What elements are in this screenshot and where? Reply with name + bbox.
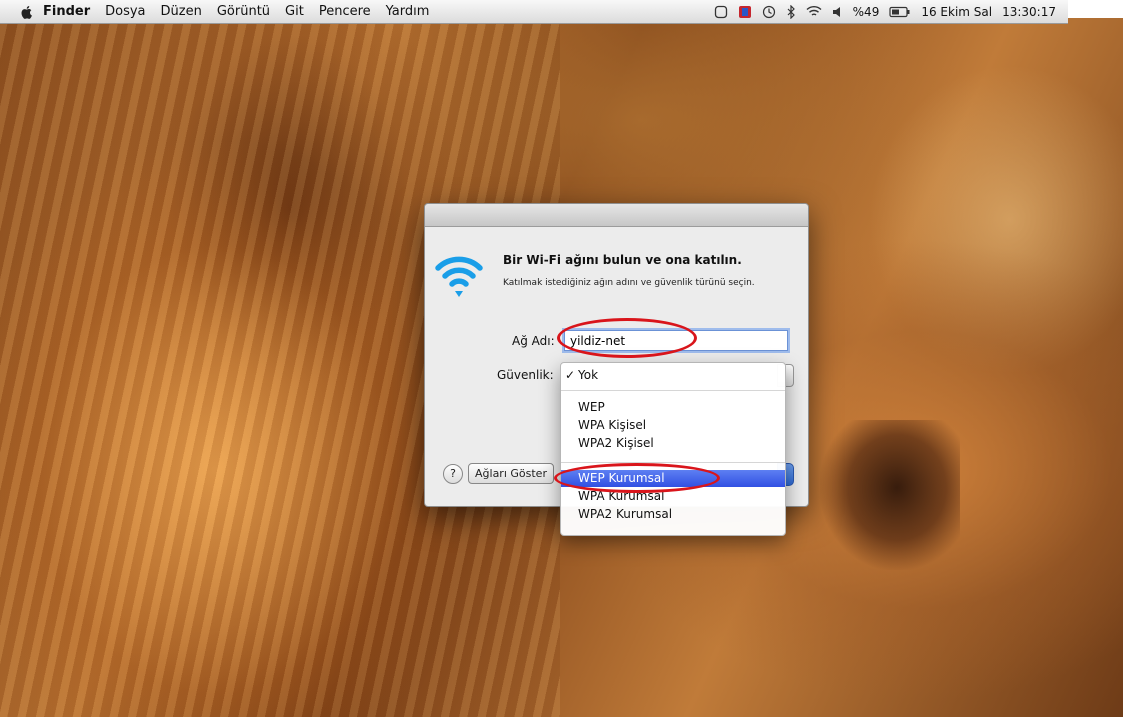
menubar-time[interactable]: 13:30:17 [1002,5,1056,19]
menu-pencere[interactable]: Pencere [319,4,371,19]
time-machine-icon[interactable] [714,5,728,19]
wifi-large-icon [435,256,483,297]
menu-option-wpa2-enterprise[interactable]: WPA2 Kurumsal [561,506,785,523]
option-label: WPA2 Kişisel [578,436,654,450]
clock-icon[interactable] [762,5,776,19]
option-label: WPA Kişisel [578,418,647,432]
menu-dosya[interactable]: Dosya [105,4,145,19]
vpn-icon[interactable] [738,5,752,19]
security-popup-menu: ✓ Yok WEP WPA Kişisel WPA2 Kişisel WEP K… [560,362,786,536]
wallpaper-nose-shadow [820,420,960,570]
menu-finder[interactable]: Finder [43,4,90,19]
option-label: WEP [578,400,605,414]
volume-icon[interactable] [832,6,843,18]
menubar-date[interactable]: 16 Ekim Sal [921,5,992,19]
menu-option-wpa2-personal[interactable]: WPA2 Kişisel [561,435,785,452]
menu-bar: Finder Dosya Düzen Görüntü Git Pencere Y… [0,0,1068,24]
option-label: Yok [578,368,599,382]
menu-option-yok[interactable]: ✓ Yok [561,367,785,384]
menu-duzen[interactable]: Düzen [161,4,202,19]
status-area: %49 16 Ekim Sal 13:30:17 [714,0,1056,23]
wifi-menu-icon[interactable] [806,5,822,18]
bluetooth-icon[interactable] [786,4,796,19]
security-label: Güvenlik: [497,368,554,382]
network-name-label: Ağ Adı: [512,334,555,348]
battery-icon[interactable] [889,6,911,18]
annotation-circle-network-name [557,318,697,358]
help-button[interactable]: ? [443,464,463,484]
check-mark-icon: ✓ [565,368,576,382]
menu-git[interactable]: Git [285,4,304,19]
annotation-circle-wep-enterprise [554,463,720,493]
menu-separator [561,390,785,391]
menu-separator [561,462,785,463]
battery-percentage: %49 [852,4,880,19]
menu-yardim[interactable]: Yardım [386,4,430,19]
show-networks-button[interactable]: Ağları Göster [468,463,554,484]
menu-goruntu[interactable]: Görüntü [217,4,270,19]
dialog-titlebar[interactable] [425,204,808,227]
option-label: WPA2 Kurumsal [578,507,673,521]
dialog-heading: Bir Wi-Fi ağını bulun ve ona katılın. [503,253,742,267]
menu-option-wpa-personal[interactable]: WPA Kişisel [561,417,785,434]
apple-menu-icon[interactable] [19,4,35,20]
menubar-right-blank [1068,0,1123,18]
dialog-subheading: Katılmak istediğiniz ağın adını ve güven… [503,278,755,288]
menu-option-wep[interactable]: WEP [561,399,785,416]
